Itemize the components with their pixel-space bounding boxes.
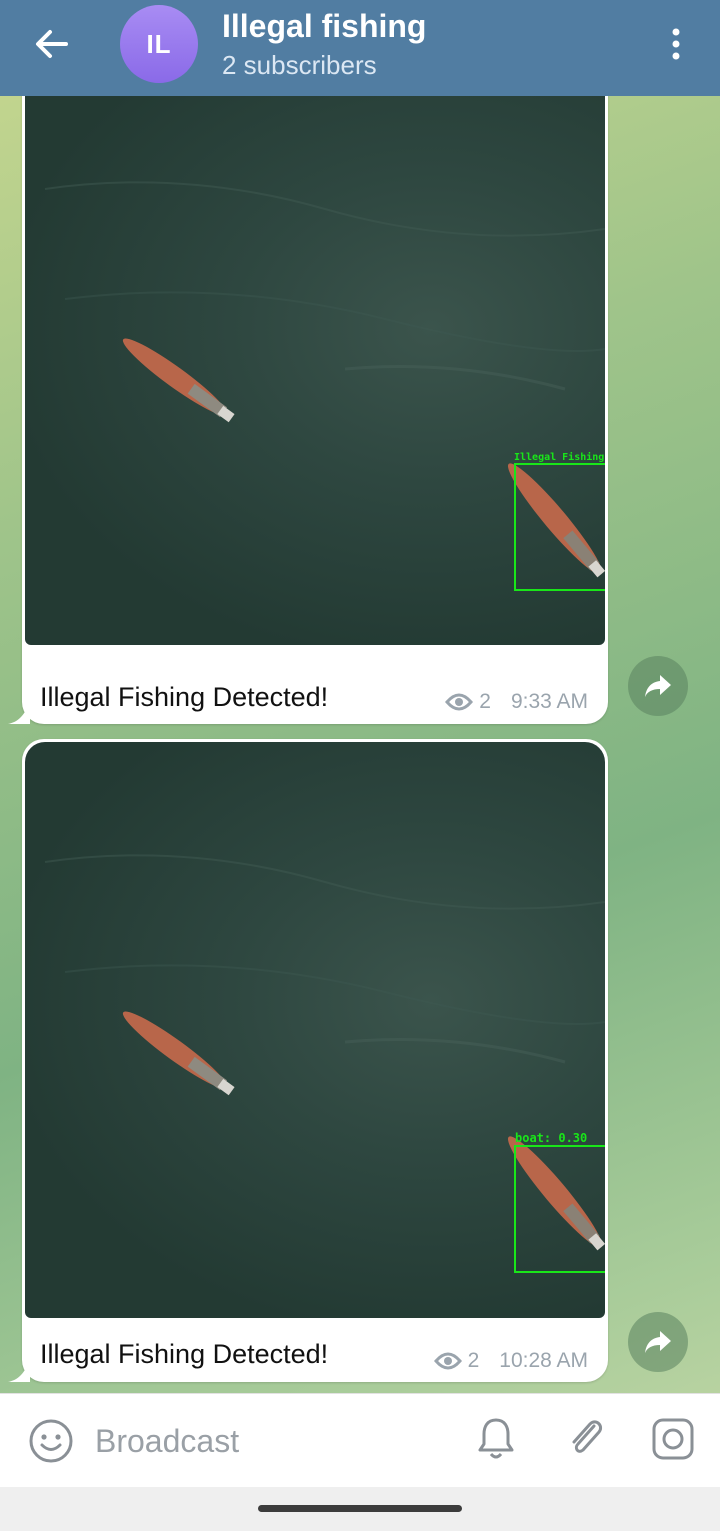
emoji-icon <box>29 1419 73 1463</box>
chat-header: IL Illegal fishing 2 subscribers <box>0 0 720 96</box>
mute-toggle-button[interactable] <box>474 1414 518 1467</box>
message-bubble[interactable]: Illegal Fishing: 0.27 Illegal Fishing De… <box>8 66 608 724</box>
message-bubble[interactable]: boat: 0.30 Illegal Fishing Detected! 2 1… <box>8 739 608 1382</box>
broadcast-input-bar: Broadcast <box>0 1393 720 1488</box>
camera-button[interactable] <box>650 1416 696 1467</box>
emoji-button[interactable] <box>28 1418 74 1469</box>
message-photo[interactable]: boat: 0.30 <box>25 742 605 1318</box>
eye-icon <box>445 693 474 711</box>
detection-label: boat: 0.30 <box>515 1131 588 1145</box>
camera-icon <box>652 1418 694 1460</box>
detection-box <box>514 463 605 591</box>
bubble-tail <box>8 1360 30 1382</box>
message-time: 10:28 AM <box>499 1349 588 1372</box>
home-indicator[interactable] <box>258 1505 462 1512</box>
message-time: 9:33 AM <box>510 690 588 713</box>
bell-icon <box>478 1418 514 1459</box>
share-button[interactable] <box>628 1312 688 1372</box>
eye-icon <box>433 1352 462 1370</box>
message-photo[interactable]: Illegal Fishing: 0.27 <box>25 69 605 645</box>
system-nav-bar <box>0 1487 720 1531</box>
view-count: 2 <box>467 1349 480 1372</box>
subscriber-count: 2 subscribers <box>222 50 377 80</box>
share-icon <box>645 1331 671 1353</box>
bubble-tail <box>8 702 30 724</box>
more-menu-button[interactable] <box>662 24 690 64</box>
message-caption: Illegal Fishing Detected! <box>40 1339 329 1369</box>
channel-title[interactable]: Illegal fishing <box>222 8 426 45</box>
channel-avatar[interactable]: IL <box>120 5 198 83</box>
message-meta: 2 10:28 AM <box>433 1349 588 1373</box>
detection-box <box>514 1145 605 1273</box>
share-button[interactable] <box>628 656 688 716</box>
share-icon <box>645 675 671 697</box>
back-button[interactable] <box>30 24 76 64</box>
back-arrow-icon <box>36 30 68 58</box>
broadcast-input[interactable]: Broadcast <box>95 1423 239 1460</box>
view-count: 2 <box>479 690 491 713</box>
paperclip-icon <box>572 1420 603 1453</box>
detection-label: Illegal Fishing: 0.27 <box>514 452 605 463</box>
attach-button[interactable] <box>564 1414 608 1467</box>
message-meta: 2 9:33 AM <box>445 690 588 714</box>
message-caption: Illegal Fishing Detected! <box>40 682 329 712</box>
more-vert-icon <box>672 28 680 60</box>
